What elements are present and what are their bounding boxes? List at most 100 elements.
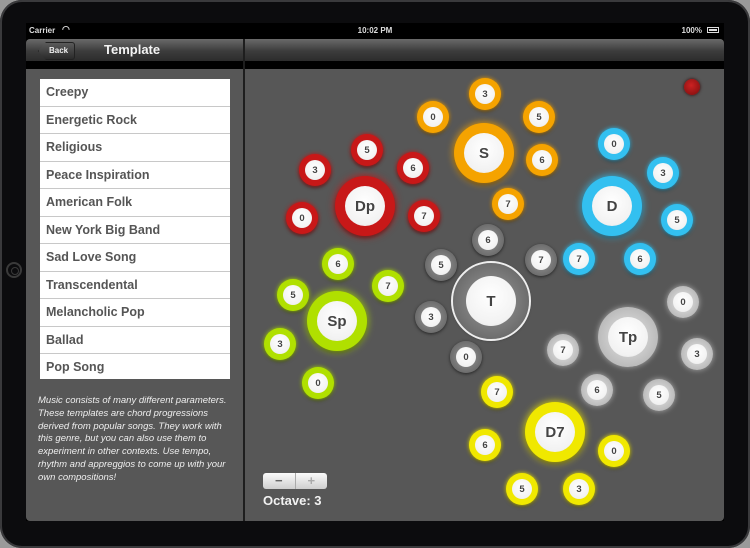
- octave-increment-button[interactable]: +: [296, 473, 328, 489]
- battery-percent: 100%: [681, 26, 702, 35]
- extension-button-s-6[interactable]: 6: [526, 144, 558, 176]
- extension-button-s-0[interactable]: 0: [417, 101, 449, 133]
- extension-button-d-6[interactable]: 6: [624, 243, 656, 275]
- template-item[interactable]: New York Big Band: [40, 217, 230, 244]
- clock: 10:02 PM: [357, 26, 393, 35]
- extension-label: 5: [431, 255, 451, 275]
- chord-pad-area: − + Octave: 3 Dp 3 5 6 0 7 S 0 3 5 6 7 D 0 3 5 7 6 T 6 5 7 3 0 S…: [245, 69, 724, 521]
- template-item[interactable]: Melancholic Pop: [40, 299, 230, 327]
- extension-label: 5: [529, 107, 549, 127]
- home-button[interactable]: [6, 262, 22, 278]
- template-item[interactable]: Religious: [40, 134, 230, 162]
- template-item[interactable]: Sad Love Song: [40, 244, 230, 272]
- extension-button-sp-3[interactable]: 3: [264, 328, 296, 360]
- template-list[interactable]: Creepy Energetic Rock Religious Peace In…: [40, 79, 230, 379]
- chord-label: T: [466, 276, 516, 326]
- extension-button-sp-7[interactable]: 7: [372, 270, 404, 302]
- extension-button-d-5[interactable]: 5: [661, 204, 693, 236]
- extension-button-d-0[interactable]: 0: [598, 128, 630, 160]
- extension-label: 6: [403, 158, 423, 178]
- extension-label: 3: [421, 307, 441, 327]
- extension-button-sp-0[interactable]: 0: [302, 367, 334, 399]
- extension-label: 0: [292, 208, 312, 228]
- chord-label: Dp: [345, 186, 385, 226]
- extension-button-d7-5[interactable]: 5: [506, 473, 538, 505]
- template-item[interactable]: Energetic Rock: [40, 107, 230, 134]
- extension-label: 6: [630, 249, 650, 269]
- chord-button-t[interactable]: T: [453, 263, 529, 339]
- extension-button-dp-0[interactable]: 0: [286, 202, 318, 234]
- chord-label: S: [464, 133, 504, 173]
- toolbar-strip: [26, 61, 724, 69]
- extension-button-tp-0[interactable]: 0: [667, 286, 699, 318]
- extension-label: 0: [423, 107, 443, 127]
- extension-button-tp-3[interactable]: 3: [681, 338, 713, 370]
- device-bezel: Carrier ◠ 10:02 PM 100% Back Template Cr…: [0, 0, 750, 548]
- extension-label: 6: [475, 435, 495, 455]
- chord-button-dp[interactable]: Dp: [335, 176, 395, 236]
- extension-button-dp-3[interactable]: 3: [299, 154, 331, 186]
- chord-button-d7[interactable]: D7: [525, 402, 585, 462]
- chord-button-tp[interactable]: Tp: [598, 307, 658, 367]
- extension-button-s-5[interactable]: 5: [523, 101, 555, 133]
- extension-label: 0: [604, 441, 624, 461]
- template-item[interactable]: Creepy: [40, 79, 230, 107]
- sidebar-navbar: Back Template: [26, 39, 243, 61]
- extension-button-d7-3[interactable]: 3: [563, 473, 595, 505]
- main-navbar: [245, 39, 724, 61]
- extension-button-s-7[interactable]: 7: [492, 188, 524, 220]
- extension-label: 3: [653, 163, 673, 183]
- extension-label: 6: [478, 230, 498, 250]
- extension-button-d7-6[interactable]: 6: [469, 429, 501, 461]
- extension-label: 7: [553, 340, 573, 360]
- template-item[interactable]: Pop Song: [40, 354, 230, 379]
- extension-button-t-6[interactable]: 6: [472, 224, 504, 256]
- octave-decrement-button[interactable]: −: [263, 473, 296, 489]
- extension-label: 7: [569, 249, 589, 269]
- extension-button-d7-0[interactable]: 0: [598, 435, 630, 467]
- template-item[interactable]: Transcendental: [40, 272, 230, 299]
- extension-button-tp-6[interactable]: 6: [581, 374, 613, 406]
- extension-button-sp-5[interactable]: 5: [277, 279, 309, 311]
- chord-button-sp[interactable]: Sp: [307, 291, 367, 351]
- chord-label: Sp: [317, 301, 357, 341]
- extension-button-t-0[interactable]: 0: [450, 341, 482, 373]
- extension-label: 7: [414, 206, 434, 226]
- template-item[interactable]: American Folk: [40, 189, 230, 217]
- extension-label: 6: [328, 254, 348, 274]
- record-indicator-icon[interactable]: [684, 79, 700, 95]
- octave-stepper[interactable]: − +: [263, 473, 327, 489]
- extension-button-sp-6[interactable]: 6: [322, 248, 354, 280]
- extension-button-tp-7[interactable]: 7: [547, 334, 579, 366]
- screen: Carrier ◠ 10:02 PM 100% Back Template Cr…: [26, 23, 724, 521]
- back-button[interactable]: Back: [38, 42, 76, 60]
- extension-label: 3: [305, 160, 325, 180]
- extension-button-d-3[interactable]: 3: [647, 157, 679, 189]
- extension-label: 3: [569, 479, 589, 499]
- chord-label: Tp: [608, 317, 648, 357]
- extension-label: 3: [687, 344, 707, 364]
- extension-label: 6: [587, 380, 607, 400]
- chord-button-d[interactable]: D: [582, 176, 642, 236]
- extension-button-t-7[interactable]: 7: [525, 244, 557, 276]
- extension-label: 5: [649, 385, 669, 405]
- page-title: Template: [104, 42, 161, 57]
- chord-label: D: [592, 186, 632, 226]
- extension-button-d-7[interactable]: 7: [563, 243, 595, 275]
- extension-button-d7-7[interactable]: 7: [481, 376, 513, 408]
- chord-button-s[interactable]: S: [454, 123, 514, 183]
- extension-button-tp-5[interactable]: 5: [643, 379, 675, 411]
- extension-label: 6: [532, 150, 552, 170]
- template-item[interactable]: Ballad: [40, 327, 230, 354]
- extension-label: 3: [270, 334, 290, 354]
- extension-label: 3: [475, 84, 495, 104]
- chord-label: D7: [535, 412, 575, 452]
- extension-button-t-3[interactable]: 3: [415, 301, 447, 333]
- extension-button-s-3[interactable]: 3: [469, 78, 501, 110]
- extension-button-dp-7[interactable]: 7: [408, 200, 440, 232]
- extension-button-dp-5[interactable]: 5: [351, 134, 383, 166]
- status-bar: Carrier ◠ 10:02 PM 100%: [26, 23, 724, 39]
- extension-button-dp-6[interactable]: 6: [397, 152, 429, 184]
- template-item[interactable]: Peace Inspiration: [40, 162, 230, 189]
- extension-button-t-5[interactable]: 5: [425, 249, 457, 281]
